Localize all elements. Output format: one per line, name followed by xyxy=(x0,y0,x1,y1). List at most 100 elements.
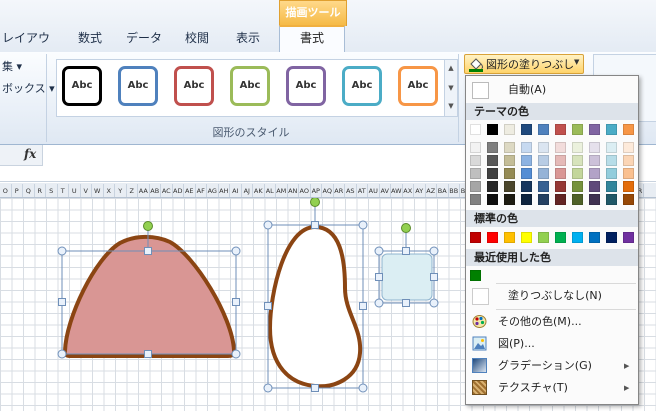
column-header[interactable]: U xyxy=(69,184,81,197)
theme-shade-swatch[interactable] xyxy=(589,155,600,166)
column-header[interactable]: AY xyxy=(414,184,426,197)
shape-style-swatch[interactable]: Abc xyxy=(174,66,214,106)
column-header[interactable]: AH xyxy=(219,184,230,197)
theme-shade-swatch[interactable] xyxy=(572,168,583,179)
theme-shade-swatch[interactable] xyxy=(521,142,532,153)
column-header[interactable]: O xyxy=(0,184,12,197)
column-header[interactable]: AV xyxy=(380,184,391,197)
theme-shade-swatch[interactable] xyxy=(487,155,498,166)
column-header[interactable]: AG xyxy=(207,184,219,197)
theme-shade-swatch[interactable] xyxy=(470,194,481,205)
column-header[interactable]: AT xyxy=(357,184,368,197)
theme-color-swatch[interactable] xyxy=(521,124,532,135)
theme-shade-swatch[interactable] xyxy=(487,142,498,153)
column-header[interactable]: AF xyxy=(196,184,207,197)
theme-shade-swatch[interactable] xyxy=(470,168,481,179)
shape-rounded-square[interactable] xyxy=(374,223,439,308)
standard-color-swatch[interactable] xyxy=(572,232,583,243)
column-header[interactable]: AR xyxy=(334,184,345,197)
theme-shade-swatch[interactable] xyxy=(538,194,549,205)
theme-shade-swatch[interactable] xyxy=(555,168,566,179)
shape-style-swatch[interactable]: Abc xyxy=(342,66,382,106)
theme-shade-swatch[interactable] xyxy=(606,181,617,192)
column-header[interactable]: AQ xyxy=(322,184,334,197)
theme-shade-swatch[interactable] xyxy=(606,142,617,153)
tab-formulas[interactable]: 数式 xyxy=(72,28,108,50)
column-header[interactable]: AN xyxy=(288,184,299,197)
column-header[interactable]: AZ xyxy=(426,184,437,197)
theme-shade-swatch[interactable] xyxy=(589,142,600,153)
theme-color-swatch[interactable] xyxy=(555,124,566,135)
column-header[interactable]: V xyxy=(81,184,92,197)
column-header[interactable]: AX xyxy=(403,184,414,197)
gallery-more-icon[interactable]: ▼ xyxy=(446,100,456,112)
menu-item-gradient[interactable]: グラデーション(G) ▶ xyxy=(466,355,638,377)
theme-shade-swatch[interactable] xyxy=(470,142,481,153)
theme-shade-swatch[interactable] xyxy=(606,155,617,166)
theme-shade-swatch[interactable] xyxy=(504,194,515,205)
menu-item-texture[interactable]: テクスチャ(T) ▶ xyxy=(466,377,638,399)
column-header[interactable]: AE xyxy=(184,184,196,197)
menu-item-more-colors[interactable]: その他の色(M)... xyxy=(466,311,638,333)
theme-shade-swatch[interactable] xyxy=(555,155,566,166)
theme-shade-swatch[interactable] xyxy=(572,194,583,205)
standard-color-swatch[interactable] xyxy=(487,232,498,243)
theme-shade-swatch[interactable] xyxy=(487,168,498,179)
standard-color-swatch[interactable] xyxy=(504,232,515,243)
tab-review[interactable]: 校閲 xyxy=(180,28,214,50)
theme-shade-swatch[interactable] xyxy=(623,155,634,166)
standard-color-swatch[interactable] xyxy=(623,232,634,243)
name-box[interactable] xyxy=(0,145,43,166)
standard-color-swatch[interactable] xyxy=(555,232,566,243)
column-header[interactable]: AP xyxy=(311,184,322,197)
theme-shade-swatch[interactable] xyxy=(572,181,583,192)
column-header[interactable]: AK xyxy=(253,184,265,197)
recent-color-swatch[interactable] xyxy=(470,270,481,281)
theme-shade-swatch[interactable] xyxy=(555,194,566,205)
tab-layout[interactable]: レイアウト xyxy=(0,28,52,65)
column-header[interactable]: AO xyxy=(299,184,311,197)
theme-shade-swatch[interactable] xyxy=(555,181,566,192)
edit-dropdown[interactable]: 集 ▾ xyxy=(2,58,22,74)
column-header[interactable]: T xyxy=(58,184,69,197)
gallery-down-icon[interactable]: ▼ xyxy=(446,82,456,94)
theme-shade-swatch[interactable] xyxy=(538,181,549,192)
column-header[interactable]: AL xyxy=(265,184,276,197)
column-header[interactable]: Y xyxy=(115,184,127,197)
theme-color-swatch[interactable] xyxy=(504,124,515,135)
column-header[interactable]: AM xyxy=(276,184,288,197)
theme-shade-swatch[interactable] xyxy=(521,168,532,179)
menu-item-no-fill[interactable]: 塗りつぶしなし(N) xyxy=(466,285,638,307)
column-header[interactable]: AB xyxy=(150,184,161,197)
theme-color-swatch[interactable] xyxy=(470,124,481,135)
shape-style-swatch[interactable]: Abc xyxy=(62,66,102,106)
column-header[interactable]: P xyxy=(12,184,23,197)
theme-shade-swatch[interactable] xyxy=(521,155,532,166)
theme-shade-swatch[interactable] xyxy=(470,155,481,166)
standard-color-swatch[interactable] xyxy=(521,232,532,243)
theme-shade-swatch[interactable] xyxy=(504,181,515,192)
theme-shade-swatch[interactable] xyxy=(555,142,566,153)
shape-bean[interactable] xyxy=(263,198,368,393)
theme-shade-swatch[interactable] xyxy=(487,181,498,192)
theme-shade-swatch[interactable] xyxy=(470,181,481,192)
theme-shade-swatch[interactable] xyxy=(487,194,498,205)
column-header[interactable]: AU xyxy=(368,184,380,197)
theme-color-swatch[interactable] xyxy=(589,124,600,135)
theme-shade-swatch[interactable] xyxy=(589,168,600,179)
theme-shade-swatch[interactable] xyxy=(623,194,634,205)
theme-shade-swatch[interactable] xyxy=(521,194,532,205)
theme-shade-swatch[interactable] xyxy=(623,168,634,179)
theme-shade-swatch[interactable] xyxy=(623,181,634,192)
column-header[interactable]: AC xyxy=(161,184,173,197)
column-header[interactable]: R xyxy=(35,184,46,197)
tab-format[interactable]: 書式 xyxy=(279,25,345,52)
column-header[interactable]: S xyxy=(46,184,58,197)
theme-shade-swatch[interactable] xyxy=(538,168,549,179)
theme-shade-swatch[interactable] xyxy=(504,155,515,166)
gallery-scrollbar[interactable]: ▲ ▼ ▼ xyxy=(444,59,458,117)
theme-color-swatch[interactable] xyxy=(572,124,583,135)
shape-style-swatch[interactable]: Abc xyxy=(286,66,326,106)
shape-style-swatch[interactable]: Abc xyxy=(398,66,438,106)
theme-shade-swatch[interactable] xyxy=(504,142,515,153)
